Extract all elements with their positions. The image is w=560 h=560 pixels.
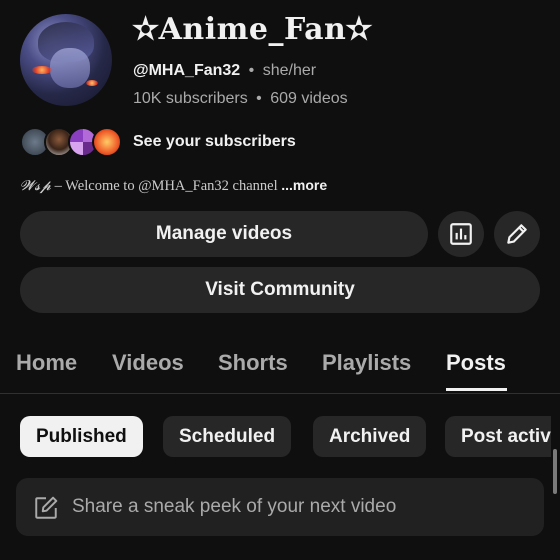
filter-chip-scheduled[interactable]: Scheduled bbox=[163, 416, 292, 457]
filter-chip-archived[interactable]: Archived bbox=[313, 416, 427, 457]
tab-posts[interactable]: Posts bbox=[446, 350, 506, 376]
tab-home[interactable]: Home bbox=[16, 350, 77, 376]
tab-playlists[interactable]: Playlists bbox=[322, 350, 411, 376]
subscriber-avatar bbox=[92, 127, 122, 157]
filter-chip-post-activity[interactable]: Post activ bbox=[445, 416, 551, 457]
tab-videos[interactable]: Videos bbox=[112, 350, 184, 376]
channel-pronouns: she/her bbox=[262, 62, 317, 79]
pencil-icon bbox=[507, 224, 527, 244]
channel-avatar[interactable] bbox=[20, 14, 112, 106]
channel-tabs: Home Videos Shorts Playlists Posts bbox=[0, 340, 560, 394]
composer-placeholder: Share a sneak peek of your next video bbox=[72, 496, 397, 517]
subscriber-avatars[interactable] bbox=[20, 127, 124, 157]
tabs-divider bbox=[0, 393, 560, 394]
subscriber-count: 10K subscribers bbox=[133, 90, 248, 107]
channel-handle: @MHA_Fan32 bbox=[133, 62, 241, 79]
avatar-art-spark bbox=[32, 66, 52, 74]
filter-chip-published[interactable]: Published bbox=[20, 416, 143, 457]
visit-community-button[interactable]: Visit Community bbox=[20, 267, 540, 313]
see-subscribers-link[interactable]: See your subscribers bbox=[133, 133, 296, 151]
handle-row: @MHA_Fan32 • she/her bbox=[133, 62, 316, 80]
analytics-icon bbox=[450, 223, 472, 245]
avatar-art-face bbox=[50, 48, 90, 88]
separator-dot: • bbox=[248, 62, 255, 79]
scrollbar[interactable] bbox=[553, 449, 557, 494]
channel-name: ✫Anime_Fan✫ bbox=[133, 12, 372, 47]
manage-videos-button[interactable]: Manage videos bbox=[20, 211, 428, 257]
more-link[interactable]: ...more bbox=[281, 177, 327, 193]
analytics-button[interactable] bbox=[438, 211, 484, 257]
separator-dot: • bbox=[256, 90, 262, 107]
edit-channel-button[interactable] bbox=[494, 211, 540, 257]
post-composer[interactable]: Share a sneak peek of your next video bbox=[16, 478, 544, 536]
description-body: – Welcome to @MHA_Fan32 channel bbox=[51, 178, 282, 194]
active-tab-indicator bbox=[446, 388, 507, 391]
channel-description[interactable]: 𝓦𝓼𝓹 – Welcome to @MHA_Fan32 channel ...m… bbox=[20, 177, 327, 195]
video-count: 609 videos bbox=[270, 90, 348, 107]
edit-square-icon bbox=[35, 496, 58, 519]
description-prefix: 𝓦𝓼𝓹 bbox=[20, 178, 52, 194]
avatar-art-spark bbox=[86, 80, 98, 86]
stats-row: 10K subscribers • 609 videos bbox=[133, 90, 348, 108]
tab-shorts[interactable]: Shorts bbox=[218, 350, 288, 376]
